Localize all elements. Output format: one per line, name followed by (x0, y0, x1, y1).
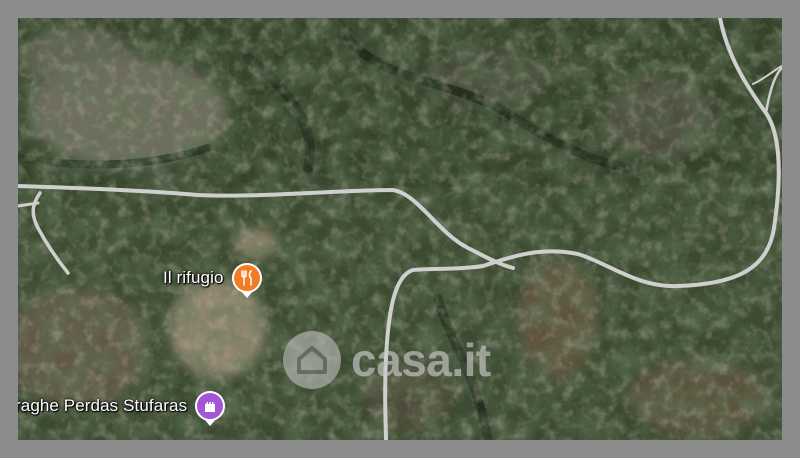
house-icon (283, 331, 341, 389)
watermark-text: casa.it (351, 334, 491, 386)
satellite-map[interactable]: Il rifugio raghe Perdas Stufaras casa.it (18, 18, 782, 440)
poi-label[interactable]: Il rifugio (163, 268, 224, 288)
poi-il-rifugio[interactable]: Il rifugio (163, 263, 262, 293)
tower-icon (205, 402, 216, 412)
casa-it-watermark: casa.it (283, 331, 491, 389)
castle-icon[interactable] (195, 391, 226, 421)
poi-label[interactable]: raghe Perdas Stufaras (18, 396, 187, 416)
map-frame: Il rifugio raghe Perdas Stufaras casa.it (0, 0, 800, 458)
restaurant-icon[interactable] (231, 263, 262, 293)
fork-knife-icon (240, 270, 252, 286)
poi-nuraghe-perdas-stufaras[interactable]: raghe Perdas Stufaras (18, 391, 226, 421)
